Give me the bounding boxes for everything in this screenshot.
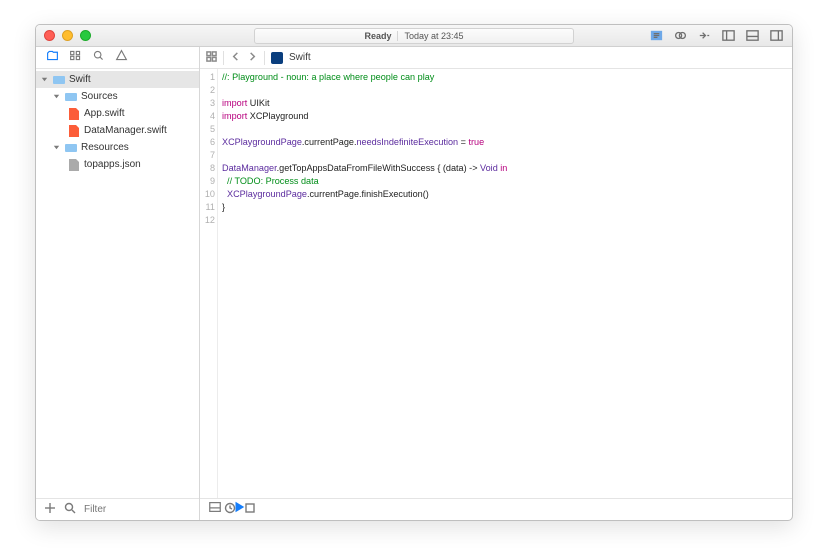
code-token: in bbox=[500, 163, 507, 173]
code-line: } bbox=[222, 202, 225, 212]
forward-button[interactable] bbox=[247, 51, 258, 65]
tree-file-datamanager-swift[interactable]: DataManager.swift bbox=[36, 122, 199, 139]
project-navigator-icon[interactable] bbox=[46, 49, 59, 67]
tree-sources-label: Sources bbox=[81, 91, 118, 102]
code-line: // TODO: Process data bbox=[222, 176, 319, 186]
code-token: DataManager bbox=[222, 163, 277, 173]
tree-file-label: DataManager.swift bbox=[84, 125, 167, 136]
chevron-down-icon[interactable] bbox=[52, 143, 61, 152]
tree-sources[interactable]: Sources bbox=[36, 88, 199, 105]
code-token: Void bbox=[480, 163, 498, 173]
status-separator bbox=[397, 31, 398, 41]
code-token: XCPlaygroundPage bbox=[222, 189, 307, 199]
code-token: UIKit bbox=[247, 98, 269, 108]
folder-icon bbox=[65, 90, 77, 104]
filter-input[interactable] bbox=[84, 504, 216, 515]
version-editor-icon[interactable] bbox=[696, 28, 712, 44]
json-file-icon bbox=[68, 158, 80, 172]
status-time: Today at 23:45 bbox=[404, 31, 463, 41]
execute-playground-button[interactable] bbox=[232, 500, 246, 519]
jump-bar-file-label[interactable]: Swift bbox=[289, 52, 311, 63]
tree-resources-label: Resources bbox=[81, 142, 129, 153]
activity-viewer[interactable]: Ready Today at 23:45 bbox=[254, 28, 574, 44]
filter-icon bbox=[64, 502, 76, 517]
add-button[interactable] bbox=[44, 502, 56, 517]
symbol-navigator-icon[interactable] bbox=[69, 49, 82, 67]
back-button[interactable] bbox=[230, 51, 241, 65]
folder-icon bbox=[53, 73, 65, 87]
close-button[interactable] bbox=[44, 30, 55, 41]
project-tree[interactable]: Swift Sources App.swift DataManager.swif… bbox=[36, 69, 199, 498]
titlebar[interactable]: Ready Today at 23:45 bbox=[36, 25, 792, 47]
swift-file-icon bbox=[68, 107, 80, 121]
zoom-button[interactable] bbox=[80, 30, 91, 41]
code-token: XCPlayground bbox=[247, 111, 308, 121]
source-editor[interactable]: 123456789101112 //: Playground - noun: a… bbox=[200, 69, 792, 498]
code-token: .getTopAppsDataFromFileWithSuccess { (da… bbox=[277, 163, 480, 173]
code-token: = bbox=[458, 137, 468, 147]
code-token: .currentPage. bbox=[302, 137, 357, 147]
chevron-down-icon[interactable] bbox=[40, 75, 49, 84]
titlebar-right-controls bbox=[648, 28, 784, 44]
code-token: XCPlaygroundPage bbox=[222, 137, 302, 147]
toggle-navigator-icon[interactable] bbox=[720, 28, 736, 44]
traffic-lights bbox=[44, 30, 91, 41]
window-body: Swift Sources App.swift DataManager.swif… bbox=[36, 47, 792, 520]
jump-bar-sep bbox=[223, 51, 224, 65]
toggle-debug-area-icon[interactable] bbox=[208, 500, 222, 519]
code-token: .currentPage.finishExecution() bbox=[307, 189, 429, 199]
swift-file-icon bbox=[68, 124, 80, 138]
playground-file-icon bbox=[271, 52, 283, 64]
chevron-down-icon[interactable] bbox=[52, 92, 61, 101]
xcode-window: Ready Today at 23:45 bbox=[35, 24, 793, 521]
jump-bar-sep bbox=[264, 51, 265, 65]
jump-bar: Swift bbox=[200, 47, 792, 69]
standard-editor-icon[interactable] bbox=[648, 28, 664, 44]
toggle-debug-icon[interactable] bbox=[744, 28, 760, 44]
tree-resources[interactable]: Resources bbox=[36, 139, 199, 156]
tree-root[interactable]: Swift bbox=[36, 71, 199, 88]
code-content[interactable]: //: Playground - noun: a place where peo… bbox=[218, 69, 792, 498]
code-token: import bbox=[222, 111, 247, 121]
code-line: //: Playground - noun: a place where peo… bbox=[222, 72, 434, 82]
navigator-panel: Swift Sources App.swift DataManager.swif… bbox=[36, 47, 200, 520]
related-items-icon[interactable] bbox=[206, 51, 217, 65]
status-text: Ready bbox=[364, 31, 391, 41]
line-gutter: 123456789101112 bbox=[200, 69, 218, 498]
code-token: import bbox=[222, 98, 247, 108]
find-navigator-icon[interactable] bbox=[92, 49, 105, 67]
navigator-footer bbox=[36, 498, 199, 520]
tree-file-label: topapps.json bbox=[84, 159, 141, 170]
toggle-utilities-icon[interactable] bbox=[768, 28, 784, 44]
tree-file-topapps-json[interactable]: topapps.json bbox=[36, 156, 199, 173]
code-token: needsIndefiniteExecution bbox=[356, 137, 458, 147]
assistant-editor-icon[interactable] bbox=[672, 28, 688, 44]
issue-navigator-icon[interactable] bbox=[115, 49, 128, 67]
editor-area: Swift 123456789101112 //: Playground - n… bbox=[200, 47, 792, 520]
tree-file-app-swift[interactable]: App.swift bbox=[36, 105, 199, 122]
tree-root-label: Swift bbox=[69, 74, 91, 85]
minimize-button[interactable] bbox=[62, 30, 73, 41]
debug-bar bbox=[200, 498, 792, 520]
tree-file-label: App.swift bbox=[84, 108, 125, 119]
navigator-selector bbox=[36, 47, 199, 69]
folder-icon bbox=[65, 141, 77, 155]
code-token: true bbox=[468, 137, 484, 147]
